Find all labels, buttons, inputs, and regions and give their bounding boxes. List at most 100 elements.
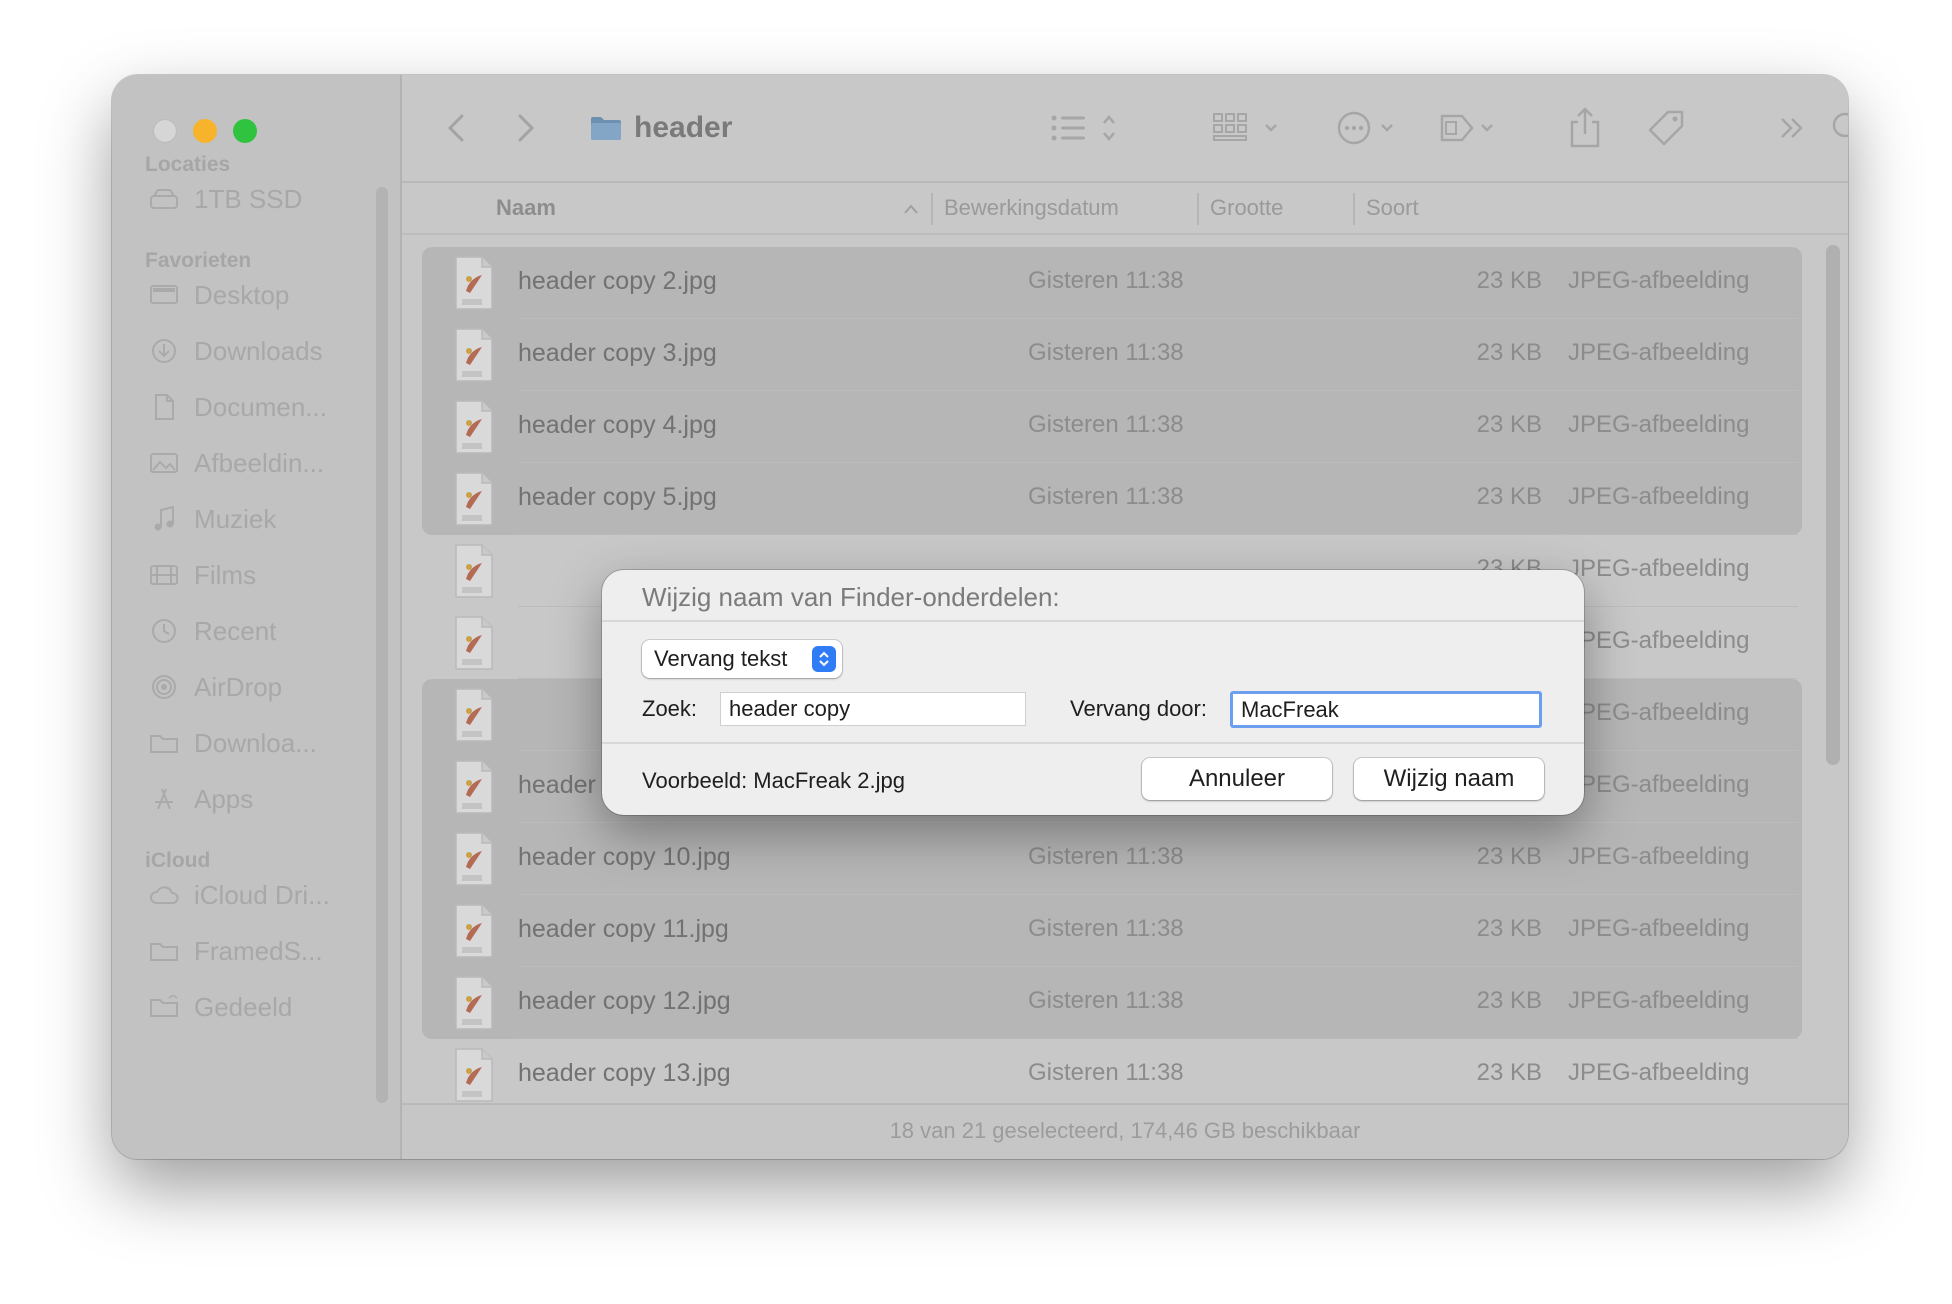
jpeg-file-icon — [455, 760, 493, 814]
list-view-button[interactable] — [1048, 105, 1122, 151]
sidebar-item-gedeeld[interactable]: Gedeeld — [148, 987, 378, 1027]
column-kind[interactable]: Soort — [1366, 195, 1419, 221]
desktop-icon — [148, 281, 180, 309]
sidebar-item-label: Films — [194, 559, 257, 590]
grid-icon — [1213, 113, 1277, 141]
sidebar-item-icloud-drive[interactable]: iCloud Dri... — [148, 875, 378, 915]
share-button[interactable] — [1568, 105, 1602, 151]
file-row[interactable]: header copy 2.jpg Gisteren 11:38 23 KB JPEG… — [402, 247, 1848, 319]
sidebar-item-label: Apps — [194, 783, 254, 814]
more-toolbar-button[interactable] — [1776, 105, 1808, 151]
sidebar-item-airdrop[interactable]: AirDrop — [148, 667, 378, 707]
cloud-icon — [148, 881, 180, 909]
back-button[interactable] — [442, 105, 472, 151]
column-date[interactable]: Bewerkingsdatum — [944, 195, 1119, 221]
music-icon — [148, 505, 180, 533]
file-row[interactable]: header copy 3.jpg Gisteren 11:38 23 KB JPEG… — [402, 319, 1848, 391]
rename-mode-popup[interactable]: Vervang tekst — [642, 640, 842, 678]
file-kind: JPEG-afbeelding — [1568, 339, 1750, 366]
file-date: Gisteren 11:38 — [1028, 267, 1184, 294]
maximize-button[interactable] — [233, 119, 257, 143]
sidebar-item-documenten[interactable]: Documen... — [148, 387, 378, 427]
sidebar-item-apps[interactable]: Apps — [148, 779, 378, 819]
file-row[interactable]: header copy 12.jpg Gisteren 11:38 23 KB JPE… — [402, 967, 1848, 1039]
jpeg-file-icon — [455, 688, 493, 742]
status-bar: 18 van 21 geselecteerd, 174,46 GB beschi… — [402, 1103, 1848, 1159]
forward-button[interactable] — [510, 105, 540, 151]
file-date: Gisteren 11:38 — [1028, 843, 1184, 870]
rename-mode-label: Vervang tekst — [654, 646, 788, 671]
sidebar-item-label: Downloa... — [194, 727, 317, 758]
sidebar-section-favorieten: Favorieten — [145, 249, 252, 272]
sidebar-item-label: Desktop — [194, 279, 290, 310]
file-row[interactable]: header copy 13.jpg Gisteren 11:38 23 KB JPE… — [402, 1039, 1848, 1111]
replace-input[interactable] — [1230, 691, 1542, 728]
close-button[interactable] — [153, 119, 177, 143]
edit-tags-button[interactable] — [1438, 105, 1508, 151]
sidebar-item-1tb-ssd[interactable]: 1TB SSD — [148, 179, 378, 219]
sidebar-item-muziek[interactable]: Muziek — [148, 499, 378, 539]
sidebar-item-label: Recent — [194, 615, 277, 646]
shared-folder-icon — [148, 993, 180, 1021]
file-date: Gisteren 11:38 — [1028, 987, 1184, 1014]
sidebar-item-downloads-folder[interactable]: Downloa... — [148, 723, 378, 763]
jpeg-file-icon — [455, 256, 493, 310]
action-button[interactable] — [1336, 105, 1406, 151]
sidebar-scrollbar[interactable] — [376, 187, 388, 1103]
jpeg-file-icon — [455, 616, 493, 670]
finder-window: Locaties 1TB SSD Favorieten Desktop Down… — [112, 75, 1848, 1159]
file-size: 23 KB — [1476, 987, 1542, 1014]
tag-button[interactable] — [1646, 105, 1686, 151]
file-size: 23 KB — [1476, 843, 1542, 870]
sidebar-item-label: AirDrop — [194, 671, 283, 702]
file-row[interactable]: header copy 10.jpg Gisteren 11:38 23 KB JPE… — [402, 823, 1848, 895]
sidebar-item-framed[interactable]: FramedS... — [148, 931, 378, 971]
sidebar-item-films[interactable]: Films — [148, 555, 378, 595]
column-headers: Naam Bewerkingsdatum Grootte Soort — [402, 183, 1848, 235]
file-row[interactable]: header copy 5.jpg Gisteren 11:38 23 KB JPEG… — [402, 463, 1848, 535]
preview-text: Voorbeeld: MacFreak 2.jpg — [642, 768, 905, 793]
sidebar-item-downloads[interactable]: Downloads — [148, 331, 378, 371]
file-row[interactable]: header copy 4.jpg Gisteren 11:38 23 KB JPEG… — [402, 391, 1848, 463]
sidebar-item-afbeeldingen[interactable]: Afbeeldin... — [148, 443, 378, 483]
list-icon — [1051, 115, 1115, 141]
file-size: 23 KB — [1476, 1059, 1542, 1086]
search-icon — [1832, 112, 1848, 138]
find-input[interactable] — [720, 692, 1026, 726]
apps-icon — [148, 785, 180, 813]
file-kind: JPEG-afbeelding — [1568, 1059, 1750, 1086]
sidebar: Locaties 1TB SSD Favorieten Desktop Down… — [112, 75, 402, 1159]
share-icon — [1570, 107, 1600, 148]
column-separator — [1197, 193, 1199, 225]
folder-icon — [148, 937, 180, 965]
jpeg-file-icon — [455, 1048, 493, 1102]
file-name: header copy 13.jpg — [518, 1059, 731, 1087]
file-size: 23 KB — [1476, 267, 1542, 294]
cancel-button[interactable]: Annuleer — [1142, 758, 1332, 800]
folder-icon — [591, 117, 621, 140]
sidebar-section-locaties: Locaties — [145, 153, 231, 176]
sidebar-item-recent[interactable]: Recent — [148, 611, 378, 651]
pictures-icon — [148, 449, 180, 477]
sidebar-item-desktop[interactable]: Desktop — [148, 275, 378, 315]
search-button[interactable] — [1830, 105, 1848, 151]
sidebar-item-label: iCloud Dri... — [194, 879, 330, 910]
file-row[interactable]: header copy 11.jpg Gisteren 11:38 23 KB JPE… — [402, 895, 1848, 967]
double-chevron-icon — [1781, 118, 1803, 138]
column-name[interactable]: Naam — [496, 195, 556, 221]
column-size[interactable]: Grootte — [1210, 195, 1283, 221]
column-separator — [931, 193, 933, 225]
minimize-button[interactable] — [193, 119, 217, 143]
chevron-right-icon — [518, 114, 535, 142]
file-list-scrollbar[interactable] — [1826, 245, 1840, 765]
file-kind: JPEG-afbeelding — [1568, 987, 1750, 1014]
rename-button[interactable]: Wijzig naam — [1354, 758, 1544, 800]
jpeg-file-icon — [455, 400, 493, 454]
sidebar-item-label: Gedeeld — [194, 991, 293, 1022]
group-button[interactable] — [1212, 105, 1286, 151]
sort-ascending-icon[interactable] — [902, 203, 920, 215]
ellipsis-circle-icon — [1337, 111, 1393, 145]
file-name: header copy 10.jpg — [518, 843, 731, 871]
downloads-icon — [148, 337, 180, 365]
find-label: Zoek: — [642, 696, 698, 721]
